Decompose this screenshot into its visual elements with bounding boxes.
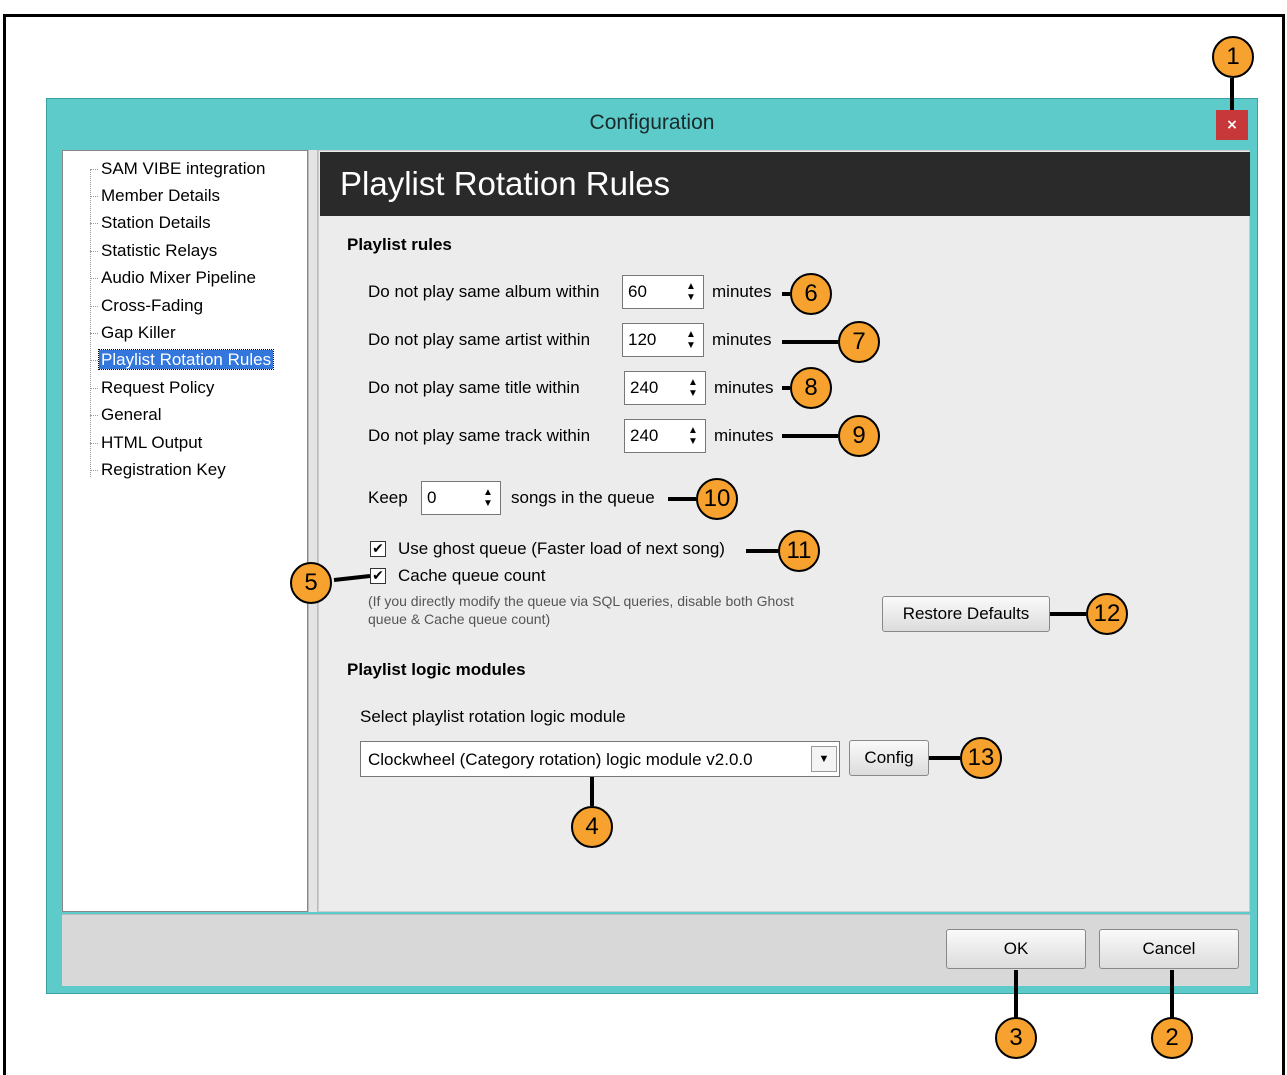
callout-badge-11: 11 xyxy=(778,530,820,572)
tree-item-registration-key[interactable]: Registration Key xyxy=(90,458,228,482)
callout-badge-1: 1 xyxy=(1212,36,1254,78)
track-minutes-spinner[interactable]: 240 ▲ ▼ xyxy=(624,419,706,453)
ok-button[interactable]: OK xyxy=(946,929,1086,969)
rule-artist-unit: minutes xyxy=(712,330,772,349)
spinner-arrows-icon[interactable]: ▲ ▼ xyxy=(681,326,701,354)
page-header: Playlist Rotation Rules xyxy=(320,152,1250,216)
window-title: Configuration xyxy=(589,111,715,134)
settings-tree: SAM VIBE integration Member Details Stat… xyxy=(62,150,308,912)
logic-modules-heading: Playlist logic modules xyxy=(347,660,526,679)
cancel-button[interactable]: Cancel xyxy=(1099,929,1239,969)
tree-item-cross-fading[interactable]: Cross-Fading xyxy=(90,294,205,318)
close-button[interactable]: × xyxy=(1216,110,1248,140)
callout-badge-10: 10 xyxy=(696,478,738,520)
tree-item-request-policy[interactable]: Request Policy xyxy=(90,376,216,400)
callout-badge-3: 3 xyxy=(995,1017,1037,1059)
callout-badge-8: 8 xyxy=(790,367,832,409)
tree-item-gap-killer[interactable]: Gap Killer xyxy=(90,321,178,345)
tree-item-playlist-rotation-rules[interactable]: Playlist Rotation Rules xyxy=(90,348,275,372)
callout-badge-9: 9 xyxy=(838,415,880,457)
rule-title-label: Do not play same title within xyxy=(368,378,580,397)
rule-artist-label: Do not play same artist within xyxy=(368,330,591,349)
callout-badge-2: 2 xyxy=(1151,1017,1193,1059)
module-select-label: Select playlist rotation logic module xyxy=(360,707,626,726)
spinner-arrows-icon[interactable]: ▲ ▼ xyxy=(683,374,703,402)
tree-item-audio-mixer[interactable]: Audio Mixer Pipeline xyxy=(90,266,258,290)
ghost-queue-checkbox[interactable]: ✔ xyxy=(370,541,386,557)
panel-splitter[interactable] xyxy=(308,150,318,912)
artist-minutes-spinner[interactable]: 120 ▲ ▼ xyxy=(622,323,704,357)
callout-badge-12: 12 xyxy=(1086,593,1128,635)
callout-badge-13: 13 xyxy=(960,737,1002,779)
callout-badge-4: 4 xyxy=(571,806,613,848)
tree-item-member-details[interactable]: Member Details xyxy=(90,184,222,208)
keep-label: Keep xyxy=(368,488,408,507)
config-button[interactable]: Config xyxy=(849,740,929,776)
spinner-arrows-icon[interactable]: ▲ ▼ xyxy=(478,484,498,512)
queue-note: (If you directly modify the queue via SQ… xyxy=(368,593,794,627)
album-minutes-spinner[interactable]: 60 ▲ ▼ xyxy=(622,275,704,309)
restore-defaults-button[interactable]: Restore Defaults xyxy=(882,596,1050,632)
chevron-down-icon[interactable]: ▼ xyxy=(811,746,837,772)
tree-item-general[interactable]: General xyxy=(90,403,163,427)
keep-suffix-label: songs in the queue xyxy=(511,488,655,507)
cache-queue-checkbox[interactable]: ✔ xyxy=(370,568,386,584)
rule-track-unit: minutes xyxy=(714,426,774,445)
tree-item-station-details[interactable]: Station Details xyxy=(90,211,213,235)
content-panel xyxy=(318,150,1250,912)
tree-item-sam-vibe[interactable]: SAM VIBE integration xyxy=(90,157,267,181)
rule-track-label: Do not play same track within xyxy=(368,426,591,445)
ghost-queue-label: Use ghost queue (Faster load of next son… xyxy=(398,539,725,558)
tree-item-statistic-relays[interactable]: Statistic Relays xyxy=(90,239,219,263)
cache-queue-label: Cache queue count xyxy=(398,566,546,585)
rule-album-unit: minutes xyxy=(712,282,772,301)
keep-songs-spinner[interactable]: 0 ▲ ▼ xyxy=(421,481,501,515)
tree-item-html-output[interactable]: HTML Output xyxy=(90,431,204,455)
rule-title-unit: minutes xyxy=(714,378,774,397)
callout-badge-6: 6 xyxy=(790,273,832,315)
title-minutes-spinner[interactable]: 240 ▲ ▼ xyxy=(624,371,706,405)
callout-badge-5: 5 xyxy=(290,562,332,604)
logic-module-select[interactable]: Clockwheel (Category rotation) logic mod… xyxy=(360,741,840,777)
callout-badge-7: 7 xyxy=(838,321,880,363)
playlist-rules-heading: Playlist rules xyxy=(347,235,452,254)
spinner-arrows-icon[interactable]: ▲ ▼ xyxy=(681,278,701,306)
spinner-arrows-icon[interactable]: ▲ ▼ xyxy=(683,422,703,450)
rule-album-label: Do not play same album within xyxy=(368,282,600,301)
